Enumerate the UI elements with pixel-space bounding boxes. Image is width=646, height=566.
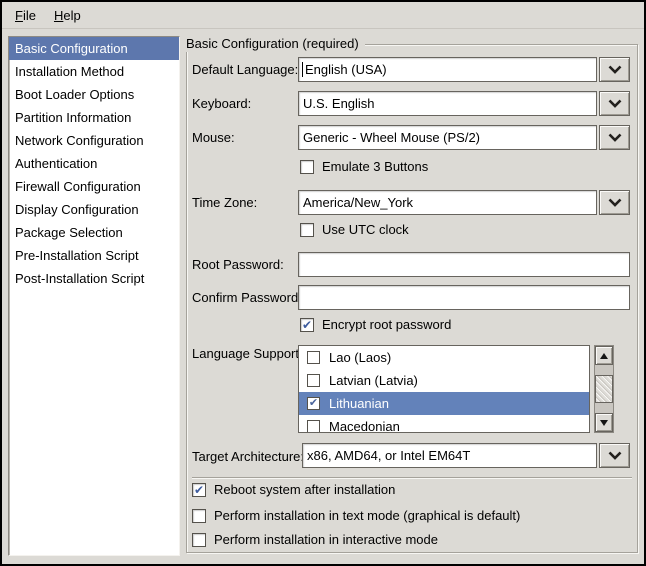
chevron-down-icon	[608, 65, 622, 74]
default-language-combobox	[298, 57, 630, 82]
default-language-label: Default Language:	[192, 62, 298, 78]
keyboard-input[interactable]	[298, 91, 597, 116]
root-password-field[interactable]	[298, 252, 630, 277]
encrypt-root-password-label: Encrypt root password	[322, 317, 451, 333]
mouse-label: Mouse:	[192, 130, 235, 146]
target-architecture-dropdown-button[interactable]	[599, 443, 630, 468]
language-macedonian-label: Macedonian	[329, 419, 400, 433]
chevron-down-icon	[608, 99, 622, 108]
kickstart-configurator-window: File Help Basic Configuration Installati…	[0, 0, 646, 566]
language-macedonian-checkbox[interactable]	[307, 420, 320, 433]
time-zone-label: Time Zone:	[192, 195, 257, 211]
target-architecture-input[interactable]	[302, 443, 597, 468]
menu-file-rest: ile	[23, 8, 36, 23]
sidebar-item-package-selection[interactable]: Package Selection	[9, 221, 179, 244]
text-mode-install-label: Perform installation in text mode (graph…	[214, 508, 520, 524]
horizontal-separator	[192, 477, 632, 479]
interactive-mode-install-label: Perform installation in interactive mode	[214, 532, 438, 548]
language-row-macedonian[interactable]: Macedonian	[299, 415, 589, 433]
default-language-dropdown-button[interactable]	[599, 57, 630, 82]
sidebar-item-partition-information[interactable]: Partition Information	[9, 106, 179, 129]
scrollbar-thumb[interactable]	[595, 375, 613, 403]
reboot-after-install-checkbox[interactable]	[192, 483, 206, 497]
default-language-input[interactable]	[298, 57, 597, 82]
sidebar-item-authentication[interactable]: Authentication	[9, 152, 179, 175]
keyboard-combobox	[298, 91, 630, 116]
language-row-lithuanian[interactable]: Lithuanian	[299, 392, 589, 415]
time-zone-input[interactable]	[298, 190, 597, 215]
chevron-down-icon	[608, 133, 622, 142]
sidebar-item-basic-configuration[interactable]: Basic Configuration	[9, 37, 179, 60]
confirm-password-label: Confirm Password:	[192, 290, 302, 306]
sidebar-item-firewall-configuration[interactable]: Firewall Configuration	[9, 175, 179, 198]
language-support-label: Language Support:	[192, 346, 303, 362]
target-architecture-label: Target Architecture:	[192, 449, 304, 465]
use-utc-clock-label: Use UTC clock	[322, 222, 409, 238]
arrow-down-icon	[600, 420, 608, 426]
menu-file-mnemonic: F	[15, 8, 23, 23]
menubar: File Help	[2, 2, 644, 29]
menu-help-mnemonic: H	[54, 8, 63, 23]
menu-file[interactable]: File	[6, 5, 45, 26]
mouse-dropdown-button[interactable]	[599, 125, 630, 150]
sidebar-item-network-configuration[interactable]: Network Configuration	[9, 129, 179, 152]
language-lao-label: Lao (Laos)	[329, 350, 391, 365]
scroll-up-button[interactable]	[595, 346, 613, 365]
scroll-down-button[interactable]	[595, 413, 613, 432]
language-row-lao[interactable]: Lao (Laos)	[299, 346, 589, 369]
sidebar-item-boot-loader-options[interactable]: Boot Loader Options	[9, 83, 179, 106]
target-architecture-combobox	[302, 443, 630, 468]
menu-help[interactable]: Help	[45, 5, 90, 26]
text-mode-install-checkbox[interactable]	[192, 509, 206, 523]
frame-title: Basic Configuration (required)	[186, 36, 365, 52]
time-zone-dropdown-button[interactable]	[599, 190, 630, 215]
sidebar-item-display-configuration[interactable]: Display Configuration	[9, 198, 179, 221]
reboot-after-install-label: Reboot system after installation	[214, 482, 395, 498]
emulate-3-buttons-label: Emulate 3 Buttons	[322, 159, 428, 175]
text-caret	[302, 62, 303, 77]
mouse-input[interactable]	[298, 125, 597, 150]
menu-help-rest: elp	[63, 8, 80, 23]
chevron-down-icon	[608, 451, 622, 460]
keyboard-dropdown-button[interactable]	[599, 91, 630, 116]
mouse-combobox	[298, 125, 630, 150]
keyboard-label: Keyboard:	[192, 96, 251, 112]
sidebar-item-post-installation-script[interactable]: Post-Installation Script	[9, 267, 179, 290]
interactive-mode-install-checkbox[interactable]	[192, 533, 206, 547]
use-utc-clock-checkbox[interactable]	[300, 223, 314, 237]
root-password-label: Root Password:	[192, 257, 284, 273]
confirm-password-field[interactable]	[298, 285, 630, 310]
chevron-down-icon	[608, 198, 622, 207]
emulate-3-buttons-checkbox[interactable]	[300, 160, 314, 174]
language-latvian-label: Latvian (Latvia)	[329, 373, 418, 388]
sidebar-item-pre-installation-script[interactable]: Pre-Installation Script	[9, 244, 179, 267]
encrypt-root-password-checkbox[interactable]	[300, 318, 314, 332]
language-lithuanian-checkbox[interactable]	[307, 397, 320, 410]
sidebar-item-installation-method[interactable]: Installation Method	[9, 60, 179, 83]
language-lao-checkbox[interactable]	[307, 351, 320, 364]
language-lithuanian-label: Lithuanian	[329, 396, 389, 411]
language-support-list: Lao (Laos) Latvian (Latvia) Lithuanian M…	[298, 345, 590, 433]
language-list-scrollbar[interactable]	[594, 345, 614, 433]
section-list: Basic Configuration Installation Method …	[8, 36, 180, 556]
time-zone-combobox	[298, 190, 630, 215]
arrow-up-icon	[600, 353, 608, 359]
language-row-latvian[interactable]: Latvian (Latvia)	[299, 369, 589, 392]
language-latvian-checkbox[interactable]	[307, 374, 320, 387]
